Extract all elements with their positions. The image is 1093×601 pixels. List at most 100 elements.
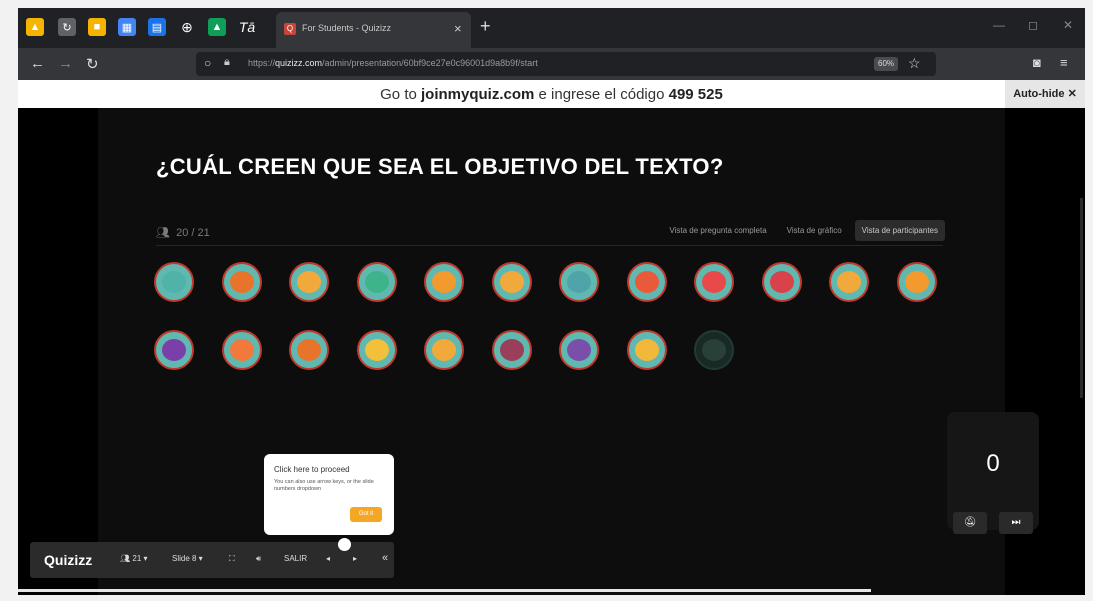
minimize-icon[interactable]: — [993, 18, 1005, 32]
zoom-badge[interactable]: 60% [874, 57, 899, 71]
menu-icon[interactable]: ≡ [1060, 55, 1068, 70]
previous-slide-icon[interactable]: ◂ [326, 554, 330, 563]
participant-avatar [559, 330, 599, 370]
question-title: ¿CUÁL CREEN QUE SEA EL OBJETIVO DEL TEXT… [156, 154, 724, 179]
lock-icon[interactable]: 🔒︎ [224, 56, 230, 69]
tab-strip: ▲ ↻ ■ ▦ ▤ ⊕ ▲ Tā Q For Students - Quiziz… [18, 8, 1085, 48]
maximize-icon[interactable]: ◻ [1028, 18, 1038, 32]
view-chart[interactable]: Vista de gráfico [780, 220, 849, 241]
avatar-face [634, 271, 659, 293]
tooltip-title: Click here to proceed [274, 465, 350, 474]
next-slide-icon[interactable]: ▸ [353, 554, 357, 563]
avatar-face [837, 271, 861, 293]
view-participants[interactable]: Vista de participantes [854, 220, 945, 241]
participant-avatar [289, 262, 329, 302]
avatar-face [297, 271, 321, 293]
scrollbar[interactable] [1080, 198, 1083, 398]
autohide-button[interactable]: Auto-hide ✕ [1005, 80, 1085, 108]
avatar-face [229, 271, 254, 293]
pocket-icon[interactable]: ◙ [1033, 55, 1041, 70]
forward-icon[interactable]: → [58, 55, 73, 72]
avatar-face [499, 339, 524, 361]
presentation-stage: ¿CUÁL CREEN QUE SEA EL OBJETIVO DEL TEXT… [98, 108, 1005, 595]
text-icon[interactable]: Tā [238, 18, 256, 36]
globe-icon[interactable]: ⊕ [178, 18, 196, 36]
participant-avatar [289, 330, 329, 370]
avatar-face [364, 271, 389, 293]
collapse-toolbar-icon[interactable]: « [382, 552, 388, 564]
proceed-highlight-dot[interactable] [338, 538, 351, 551]
slide-progress-bar [18, 589, 871, 592]
view-full-question[interactable]: Vista de pregunta completa [662, 220, 773, 241]
participant-count: 👥︎ 20 / 21 [156, 227, 210, 239]
bookmark-star-icon[interactable]: ☆ [908, 55, 921, 72]
got-it-button[interactable]: Got it [350, 507, 382, 522]
participant-avatar [356, 262, 397, 302]
slide-dropdown[interactable]: Slide 8 ▾ [172, 554, 203, 563]
avatar-face [432, 271, 456, 293]
active-tab[interactable]: Q For Students - Quizizz × [276, 12, 471, 48]
participant-avatar [356, 330, 397, 370]
avatar-face [162, 339, 186, 361]
participant-avatar [491, 262, 532, 302]
exit-button[interactable]: SALIR [284, 554, 307, 563]
navigation-bar: ← → ↻ ○ 🔒︎ https://quizizz.com/admin/pre… [18, 48, 1085, 80]
reload-icon[interactable]: ↻ [86, 55, 99, 73]
participant-avatar [896, 262, 937, 302]
participants-icon: 👥︎ [120, 554, 131, 563]
window-close-icon[interactable]: ✕ [1063, 18, 1073, 32]
slides-icon[interactable]: ■ [88, 18, 106, 36]
tab-close-icon[interactable]: × [454, 21, 462, 36]
participant-avatar [761, 262, 802, 302]
shield-icon[interactable]: ○ [204, 56, 211, 70]
docs-icon[interactable]: ▤ [148, 18, 166, 36]
participant-avatar [694, 262, 734, 302]
participants-icon: 👥︎ [156, 227, 170, 239]
avatar-face [702, 339, 726, 361]
participants-dropdown[interactable]: 👥︎ 21 ▾ [120, 554, 148, 563]
participant-avatar [424, 330, 464, 370]
avatar-face [702, 271, 726, 293]
tooltip-body: You can also use arrow keys, or the slid… [274, 479, 374, 492]
tab-title: For Students - Quizizz [302, 23, 392, 33]
classroom-icon[interactable]: ▲ [208, 18, 226, 36]
avatar-pending [694, 330, 734, 370]
participant-avatar [626, 262, 667, 302]
avatar-face [634, 339, 659, 361]
avatar-face [162, 271, 186, 293]
calendar-icon[interactable]: ▦ [118, 18, 136, 36]
join-site: joinmyquiz.com [421, 86, 535, 103]
avatar-face [567, 339, 591, 361]
quizizz-favicon: Q [284, 23, 296, 35]
avatar-face [904, 271, 929, 293]
quizizz-logo: Quizizz [44, 552, 93, 568]
response-counter: 0 🔕︎ ⏭︎ [947, 412, 1039, 534]
avatar-face [567, 271, 591, 293]
participant-avatar [829, 262, 869, 302]
new-tab-icon[interactable]: + [480, 16, 491, 37]
url-text[interactable]: https://quizizz.com/admin/presentation/6… [248, 58, 538, 68]
participant-avatar [154, 262, 194, 302]
fullscreen-icon[interactable]: ⛶ [229, 554, 235, 564]
view-switcher: Vista de pregunta completa Vista de gráf… [662, 220, 945, 241]
app-icon[interactable]: ↻ [58, 18, 76, 36]
divider [156, 245, 943, 246]
game-code: 499 525 [668, 86, 723, 103]
mute-icon[interactable]: 🔕︎ [953, 512, 987, 534]
avatar-face [432, 339, 456, 361]
skip-end-icon[interactable]: ⏭︎ [999, 512, 1033, 534]
participant-avatar [559, 262, 599, 302]
avatar-face [297, 339, 321, 361]
participant-avatar [221, 330, 262, 370]
participant-avatar [491, 330, 532, 370]
join-instructions: Go to joinmyquiz.com e ingrese el código… [380, 86, 723, 103]
participant-avatar [424, 262, 464, 302]
proceed-tooltip: Click here to proceed You can also use a… [264, 454, 394, 535]
drive-icon[interactable]: ▲ [26, 18, 44, 36]
counter-value: 0 [986, 450, 1000, 477]
sound-icon[interactable]: 🔊︎ [256, 554, 261, 564]
address-bar[interactable]: ○ 🔒︎ https://quizizz.com/admin/presentat… [196, 52, 936, 76]
back-icon[interactable]: ← [30, 55, 45, 72]
avatar-face [499, 271, 524, 293]
participant-avatar [154, 330, 194, 370]
